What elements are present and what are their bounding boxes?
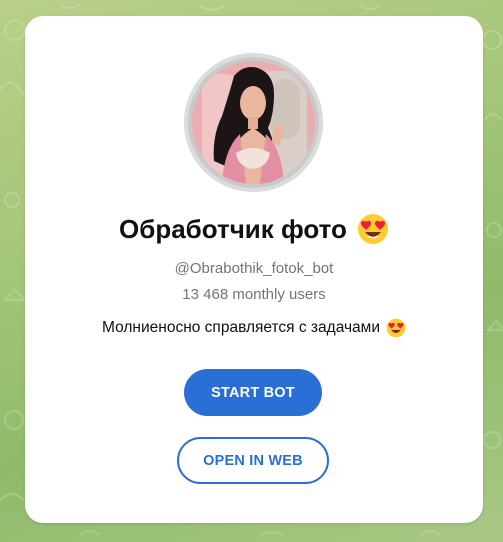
bot-title-row: Обработчик фото bbox=[25, 212, 483, 246]
bot-name: Обработчик фото bbox=[119, 213, 347, 244]
heart-eyes-emoji-icon bbox=[357, 214, 388, 244]
bot-avatar[interactable] bbox=[184, 53, 323, 192]
monthly-users-count: 13 468 monthly users bbox=[182, 286, 326, 303]
bot-description-row: Молниеносно справляется с задачами bbox=[25, 316, 483, 340]
bot-username[interactable]: @Obrabothik_fotok_bot bbox=[25, 260, 483, 277]
bot-info-card: Обработчик фото @Obrabothik_fotok_bot 13… bbox=[25, 16, 483, 523]
start-bot-button[interactable]: START BOT bbox=[184, 369, 322, 416]
bot-description: Молниеносно справляется с задачами bbox=[102, 319, 380, 336]
avatar-image bbox=[192, 61, 315, 184]
open-in-web-button[interactable]: OPEN IN WEB bbox=[177, 437, 329, 484]
portrait-illustration bbox=[192, 61, 315, 184]
heart-eyes-emoji-icon bbox=[386, 318, 406, 338]
